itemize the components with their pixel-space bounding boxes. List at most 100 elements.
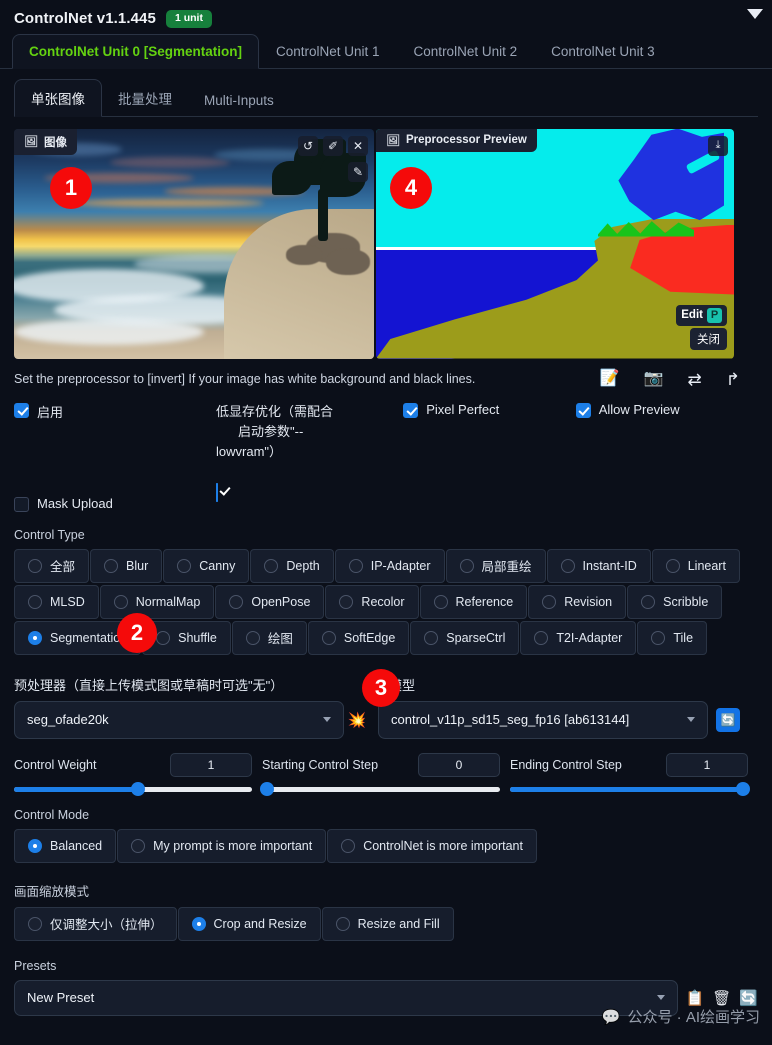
input-image-pane[interactable]: 🖼 图像 1 ↺ ✐ ✕ ✎ xyxy=(14,128,374,359)
camera-icon[interactable]: 📷 xyxy=(644,370,664,388)
tab-controlnet-unit-3[interactable]: ControlNet Unit 3 xyxy=(534,34,672,68)
radio-icon[interactable] xyxy=(264,558,279,573)
radio-icon[interactable] xyxy=(28,838,42,853)
radio-icon[interactable] xyxy=(641,594,656,609)
pixel-perfect-checkbox-box[interactable] xyxy=(403,402,419,418)
refresh-models-button[interactable]: 🔄 xyxy=(716,707,740,732)
radio-icon[interactable] xyxy=(665,558,680,573)
radio-icon[interactable] xyxy=(156,630,171,645)
control-type-sparsectrl[interactable]: SparseCtrl xyxy=(410,620,520,655)
radio-icon[interactable] xyxy=(433,594,448,609)
swap-icon[interactable]: ⇄ xyxy=(688,371,702,388)
control-type-lineart[interactable]: Lineart xyxy=(651,548,740,583)
checkbox-low-vram[interactable]: 低显存优化（需配合 启动参数"-- lowvram"） xyxy=(216,402,403,502)
control-type-canny[interactable]: Canny xyxy=(163,548,250,583)
control-weight-value[interactable]: 1 xyxy=(170,752,252,777)
starting-control-step-value[interactable]: 0 xyxy=(418,752,500,777)
preprocessor-select[interactable]: seg_ofade20k xyxy=(14,700,344,739)
delete-icon[interactable]: 🗑 xyxy=(712,989,731,1007)
brush-icon[interactable]: ✎ xyxy=(348,161,368,182)
tab-controlnet-unit-0[interactable]: ControlNet Unit 0 [Segmentation] xyxy=(12,33,259,69)
note-icon[interactable]: 📝 xyxy=(600,370,620,388)
control-type-scribble[interactable]: Scribble xyxy=(627,584,723,619)
radio-icon[interactable] xyxy=(424,630,439,645)
low-vram-checkbox-box[interactable] xyxy=(216,482,219,502)
radio-icon[interactable] xyxy=(28,916,42,931)
checkbox-enable[interactable]: 启用 xyxy=(14,402,216,480)
tab-multi-inputs[interactable]: Multi-Inputs xyxy=(188,85,290,116)
radio-icon[interactable] xyxy=(28,558,42,573)
radio-icon[interactable] xyxy=(348,558,363,573)
radio-icon[interactable] xyxy=(459,558,474,573)
resize-mode-crop-and-resize[interactable]: Crop and Resize xyxy=(177,906,321,941)
control-weight-track[interactable] xyxy=(14,782,252,797)
run-preprocessor-button[interactable]: 💥 xyxy=(344,711,370,729)
model-select[interactable]: control_v11p_sd15_seg_fp16 [ab613144] xyxy=(378,700,708,739)
radio-icon[interactable] xyxy=(560,558,575,573)
radio-icon[interactable] xyxy=(651,630,666,645)
tab-controlnet-unit-1[interactable]: ControlNet Unit 1 xyxy=(259,34,397,68)
control-type-inpaint[interactable]: 局部重绘 xyxy=(445,548,546,583)
control-mode-my-prompt[interactable]: My prompt is more important xyxy=(117,828,327,863)
undo-icon[interactable]: ↺ xyxy=(298,135,318,156)
resize-mode-just-resize[interactable]: 仅调整大小（拉伸） xyxy=(14,906,177,941)
control-type-instant-id[interactable]: Instant-ID xyxy=(546,548,651,583)
close-preview-button[interactable]: 关闭 xyxy=(690,327,727,350)
control-type-reference[interactable]: Reference xyxy=(419,584,528,619)
radio-icon[interactable] xyxy=(191,916,206,931)
radio-icon[interactable] xyxy=(177,558,192,573)
control-type-blur[interactable]: Blur xyxy=(90,548,163,583)
radio-icon[interactable] xyxy=(131,838,146,853)
mask-upload-checkbox-box[interactable] xyxy=(14,496,29,512)
tab-batch-process[interactable]: 批量处理 xyxy=(102,80,188,116)
radio-icon[interactable] xyxy=(339,594,354,609)
radio-icon[interactable] xyxy=(229,594,244,609)
tab-controlnet-unit-2[interactable]: ControlNet Unit 2 xyxy=(397,34,535,68)
control-type-depth[interactable]: Depth xyxy=(250,548,334,583)
refresh-icon[interactable]: 🔄 xyxy=(739,989,758,1007)
control-type-all[interactable]: 全部 xyxy=(14,548,90,583)
radio-icon[interactable] xyxy=(341,838,356,853)
unit-panel: 单张图像 批量处理 Multi-Inputs 🖼 图像 1 ↺ ✐ ✕ ✎ 🖼 … xyxy=(0,69,772,1016)
control-mode-balanced[interactable]: Balanced xyxy=(14,828,117,863)
control-type-softedge[interactable]: SoftEdge xyxy=(307,620,410,655)
send-icon[interactable]: ↱ xyxy=(726,371,740,388)
save-icon[interactable]: 📋 xyxy=(686,989,705,1007)
radio-icon[interactable] xyxy=(335,916,350,931)
control-type-tile[interactable]: Tile xyxy=(637,620,708,655)
radio-icon[interactable] xyxy=(113,594,128,609)
control-type-t2i-adapter[interactable]: T2I-Adapter xyxy=(520,620,637,655)
radio-icon[interactable] xyxy=(245,630,260,645)
radio-icon[interactable] xyxy=(28,630,42,645)
radio-icon[interactable] xyxy=(321,630,336,645)
ending-control-step-track[interactable] xyxy=(510,782,751,797)
tab-single-image[interactable]: 单张图像 xyxy=(14,78,102,117)
download-icon[interactable]: ⤓ xyxy=(708,135,728,156)
starting-control-step-track[interactable] xyxy=(259,782,500,797)
radio-icon[interactable] xyxy=(104,558,119,573)
control-type-openpose[interactable]: OpenPose xyxy=(215,584,325,619)
preprocessor-preview-pane[interactable]: 🖼 Preprocessor Preview 4 ⤓ Edit P 关闭 xyxy=(376,128,734,359)
enable-checkbox-box[interactable] xyxy=(14,402,29,418)
checkbox-mask-upload[interactable]: Mask Upload xyxy=(14,496,758,512)
eraser-icon[interactable]: ✐ xyxy=(323,135,343,156)
resize-mode-resize-and-fill[interactable]: Resize and Fill xyxy=(321,906,454,941)
control-type-normalmap[interactable]: NormalMap xyxy=(99,584,215,619)
control-mode-controlnet[interactable]: ControlNet is more important xyxy=(327,828,537,863)
ending-control-step-value[interactable]: 1 xyxy=(666,752,748,777)
close-icon[interactable]: ✕ xyxy=(348,135,368,156)
radio-icon[interactable] xyxy=(28,594,42,609)
checkbox-allow-preview[interactable]: Allow Preview xyxy=(575,402,758,480)
edit-button[interactable]: Edit P xyxy=(676,304,727,326)
chevron-down-icon[interactable] xyxy=(747,9,763,19)
radio-icon[interactable] xyxy=(542,594,557,609)
radio-icon[interactable] xyxy=(534,630,549,645)
preset-select[interactable]: New Preset xyxy=(14,979,678,1016)
checkbox-pixel-perfect[interactable]: Pixel Perfect xyxy=(403,402,575,480)
control-type-ip-adapter[interactable]: IP-Adapter xyxy=(334,548,445,583)
control-type-mlsd[interactable]: MLSD xyxy=(14,584,99,619)
control-type-revision[interactable]: Revision xyxy=(528,584,627,619)
control-type-scribble-draw[interactable]: 绘图 xyxy=(231,620,307,655)
control-type-recolor[interactable]: Recolor xyxy=(325,584,419,619)
allow-preview-checkbox-box[interactable] xyxy=(575,402,591,418)
